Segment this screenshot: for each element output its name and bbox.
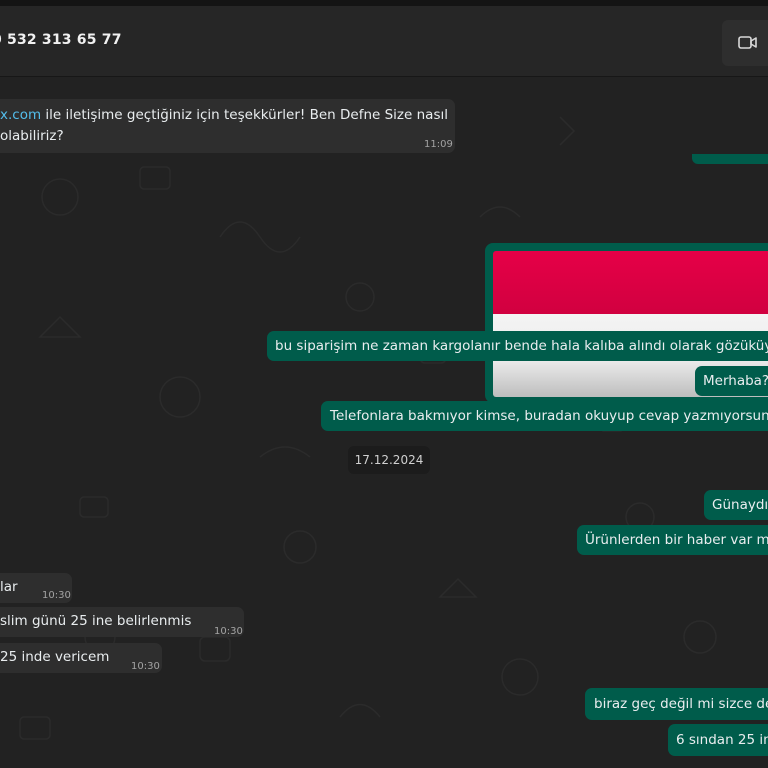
date-separator: 17.12.2024 xyxy=(348,446,430,474)
previous-message-tail xyxy=(692,154,768,164)
message-time: 11:09 xyxy=(424,139,453,150)
message-text: bu siparişim ne zaman kargolanır bende h… xyxy=(275,338,768,354)
message-text: 25 inde vericem xyxy=(0,649,110,665)
message-text: 6 sından 25 in xyxy=(676,732,768,748)
message-outgoing[interactable]: Telefonlara bakmıyor kimse, buradan okuy… xyxy=(321,401,768,431)
message-outgoing[interactable]: Günaydı xyxy=(704,490,768,520)
message-incoming-welcome[interactable]: x.com ile iletişime geçtiğiniz için teşe… xyxy=(0,99,455,153)
welcome-link[interactable]: x.com xyxy=(0,107,41,123)
message-incoming[interactable]: slim günü 25 ine belirlenmis 10:30 xyxy=(0,607,244,637)
message-text: lar xyxy=(0,579,18,595)
message-outgoing[interactable]: biraz geç değil mi sizce de xyxy=(585,688,768,720)
message-incoming[interactable]: 25 inde vericem 10:30 xyxy=(0,643,162,673)
message-time: 10:30 xyxy=(214,626,243,637)
chat-header: 0 532 313 65 77 xyxy=(0,6,768,77)
message-text: Ürünlerden bir haber var mı xyxy=(585,532,768,548)
message-text: Günaydı xyxy=(712,497,768,513)
contact-name[interactable]: 0 532 313 65 77 xyxy=(0,32,122,48)
message-text: slim günü 25 ine belirlenmis xyxy=(0,613,192,629)
message-text: Telefonlara bakmıyor kimse, buradan okuy… xyxy=(330,408,768,424)
message-time: 10:30 xyxy=(42,590,71,601)
message-outgoing[interactable]: bu siparişim ne zaman kargolanır bende h… xyxy=(267,331,768,361)
message-time: 10:30 xyxy=(131,661,160,672)
video-camera-icon xyxy=(738,36,757,49)
welcome-text-line2: olabiliriz? xyxy=(0,128,64,144)
chat-area[interactable]: x.com ile iletişime geçtiğiniz için teşe… xyxy=(0,77,768,768)
message-outgoing[interactable]: Merhaba? xyxy=(695,366,768,396)
flag-red-stripe xyxy=(493,251,768,314)
message-text: Merhaba? xyxy=(703,373,768,389)
message-outgoing[interactable]: Ürünlerden bir haber var mı xyxy=(577,525,768,555)
welcome-text: ile iletişime geçtiğiniz için teşekkürle… xyxy=(41,107,448,123)
video-call-button[interactable] xyxy=(722,20,768,66)
message-outgoing[interactable]: 6 sından 25 in xyxy=(668,724,768,756)
message-text: biraz geç değil mi sizce de xyxy=(594,696,768,712)
message-incoming[interactable]: lar 10:30 xyxy=(0,573,72,603)
